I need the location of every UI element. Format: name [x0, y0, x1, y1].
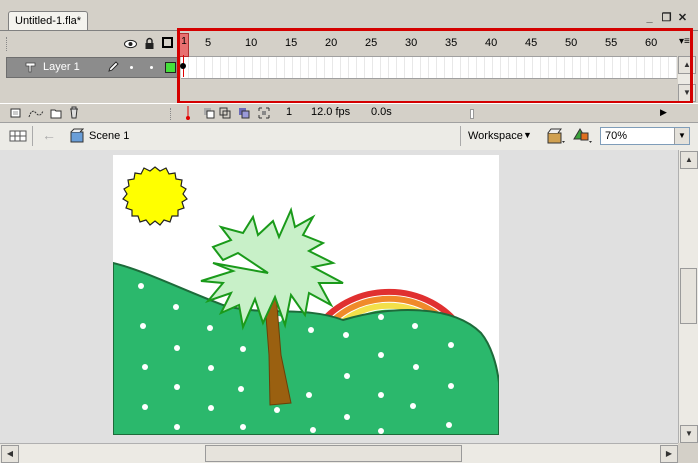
layer-name[interactable]: Layer 1 — [43, 61, 80, 73]
workspace-label[interactable]: Workspace — [468, 130, 523, 142]
zoom-value: 70% — [605, 130, 628, 142]
scroll-right-button[interactable]: ▶ — [660, 445, 678, 463]
edit-scene-icon[interactable] — [546, 127, 566, 145]
center-frame-icon[interactable] — [184, 106, 192, 120]
layer-header — [0, 33, 178, 55]
pencil-icon — [108, 61, 119, 72]
edit-symbols-icon[interactable] — [572, 127, 594, 145]
stage-artwork — [112, 166, 500, 436]
divider-grip — [170, 108, 172, 120]
workspace-dropdown-icon[interactable]: ▼ — [523, 130, 532, 140]
close-button[interactable]: ✕ — [676, 12, 689, 24]
stage-canvas[interactable] — [112, 155, 500, 436]
grip-handle[interactable] — [6, 37, 11, 51]
layer-icon — [25, 62, 36, 73]
restore-button[interactable]: ❐ — [660, 12, 673, 24]
scene-label[interactable]: Scene 1 — [89, 130, 129, 142]
lock-dot[interactable] — [150, 66, 153, 69]
outline-color-swatch[interactable] — [165, 62, 176, 73]
lock-icon[interactable] — [144, 37, 155, 50]
outline-icon[interactable] — [162, 37, 173, 48]
onion-outlines-icon[interactable] — [219, 107, 232, 119]
timeline-toggle-icon[interactable] — [8, 127, 28, 145]
modify-markers-icon[interactable] — [258, 107, 270, 119]
horizontal-scroll-thumb[interactable] — [205, 445, 462, 462]
trash-icon[interactable] — [68, 106, 80, 119]
separator — [460, 126, 461, 146]
timeline-hscroll-start[interactable] — [470, 109, 474, 119]
frames-highlight-box — [177, 28, 693, 104]
vertical-scroll-thumb[interactable] — [680, 268, 697, 324]
back-arrow-icon[interactable]: ← — [42, 127, 56, 143]
scene-icon — [70, 128, 84, 143]
minimize-button[interactable]: _ — [643, 12, 656, 24]
zoom-dropdown-icon[interactable]: ▼ — [674, 128, 689, 144]
edit-bar: ← Scene 1 Workspace ▼ 70% ▼ — [0, 122, 698, 151]
scroll-down-button[interactable]: ▼ — [680, 425, 698, 443]
edit-multiple-frames-icon[interactable] — [238, 107, 251, 119]
onion-skin-icon[interactable] — [203, 107, 216, 119]
vertical-scrollbar[interactable]: ▲ ▼ — [678, 150, 698, 443]
document-tab-bar: Untitled-1.fla* _ ❐ ✕ — [0, 0, 698, 31]
scroll-corner — [678, 443, 698, 462]
zoom-select[interactable]: 70% ▼ — [600, 127, 690, 145]
timeline-status-bar: 1 12.0 fps 0.0s ▶ — [0, 103, 698, 122]
folder-icon[interactable] — [50, 107, 62, 119]
eye-icon[interactable] — [124, 39, 137, 49]
scroll-up-button[interactable]: ▲ — [680, 151, 698, 169]
current-frame-readout: 1 — [286, 106, 293, 118]
sun — [122, 166, 188, 226]
motion-guide-icon[interactable] — [28, 107, 44, 119]
horizontal-scrollbar[interactable]: ◀ ▶ — [0, 443, 678, 463]
timeline-hscroll-right[interactable]: ▶ — [660, 107, 667, 118]
frame-rate-readout[interactable]: 12.0 fps — [311, 106, 350, 118]
document-tab[interactable]: Untitled-1.fla* — [8, 11, 89, 30]
elapsed-time-readout: 0.0s — [371, 106, 392, 118]
visibility-dot[interactable] — [130, 66, 133, 69]
layer-row[interactable]: Layer 1 — [6, 57, 180, 78]
scroll-left-button[interactable]: ◀ — [1, 445, 19, 463]
separator — [32, 126, 33, 146]
insert-layer-icon[interactable] — [10, 107, 22, 119]
